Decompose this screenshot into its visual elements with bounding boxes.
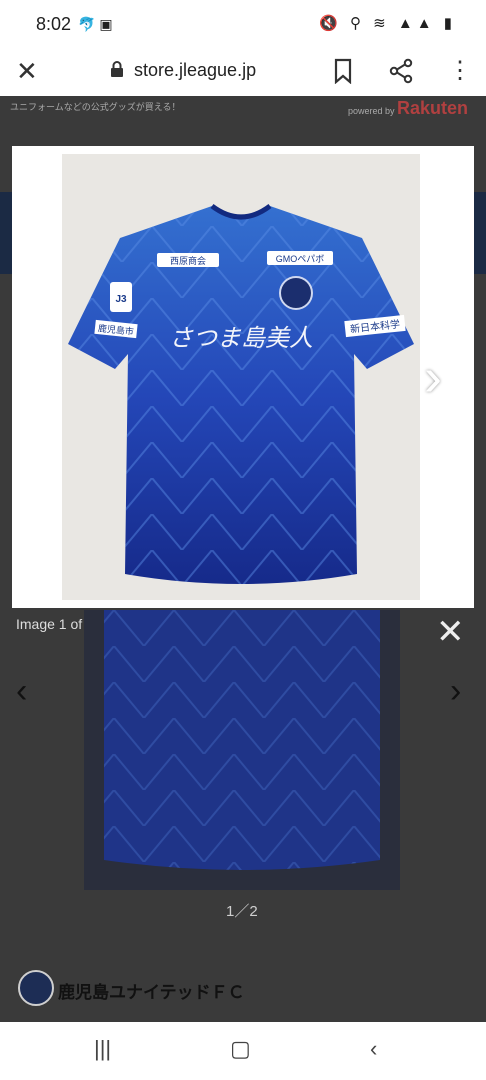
status-time: 8:02 [36,14,72,34]
jersey-thumbnail [104,610,380,870]
home-icon[interactable]: ▢ [230,1036,251,1062]
next-image-chevron-icon-page[interactable]: › [450,672,461,711]
jersey-photo[interactable]: 西原商会 GMOペパボ さつま島美人 J3 鹿児島市 新日本科学 [62,154,420,600]
sponsor-left-text: 西原商会 [170,255,206,266]
lock-icon [111,61,123,77]
close-tab-icon[interactable]: ✕ [16,56,38,87]
back-icon[interactable]: ‹ [370,1036,377,1062]
more-menu-icon[interactable]: ⋮ [448,56,472,85]
club-name[interactable]: 鹿児島ユナイテッドＦＣ [58,978,245,1003]
image-caption: Image 1 of 2 [16,616,94,632]
lightbox-modal: 西原商会 GMOペパボ さつま島美人 J3 鹿児島市 新日本科学 › [12,146,474,608]
powered-by: powered by Rakuten [348,98,468,119]
jersey-illustration: 西原商会 GMOペパボ さつま島美人 J3 鹿児島市 新日本科学 [68,203,414,584]
powered-by-label: powered by [347,106,395,116]
image-pager: 1／2 [226,903,258,920]
next-image-chevron-icon[interactable]: › [424,346,442,408]
rakuten-logo: Rakuten [396,98,468,118]
product-image-behind [84,610,400,890]
promo-text: ユニフォームなどの公式グッズが買える！ [10,102,181,112]
club-logo-icon [18,970,54,1006]
status-bar: 8:02 🐬 ▣ 🔇 ⚲ ≋ ▲▲ ▮ [0,0,486,48]
android-nav-bar: ||| ▢ ‹ [0,1022,486,1080]
recent-apps-icon[interactable]: ||| [94,1036,111,1062]
sponsor-right-text: GMOペパボ [276,254,325,264]
close-lightbox-icon[interactable]: ✕ [436,612,465,652]
bookmark-icon[interactable] [332,58,354,84]
league-badge-text: J3 [115,294,127,305]
chest-text: さつま島美人 [169,324,313,352]
prev-image-chevron-icon[interactable]: ‹ [16,672,27,711]
notification-icons: 🐬 ▣ [78,16,113,32]
share-icon[interactable] [388,58,414,84]
system-status-icons: 🔇 ⚲ ≋ ▲▲ ▮ [319,15,456,32]
browser-toolbar: ✕ store.jleague.jp ⋮ [0,48,486,97]
url-text[interactable]: store.jleague.jp [134,60,256,81]
